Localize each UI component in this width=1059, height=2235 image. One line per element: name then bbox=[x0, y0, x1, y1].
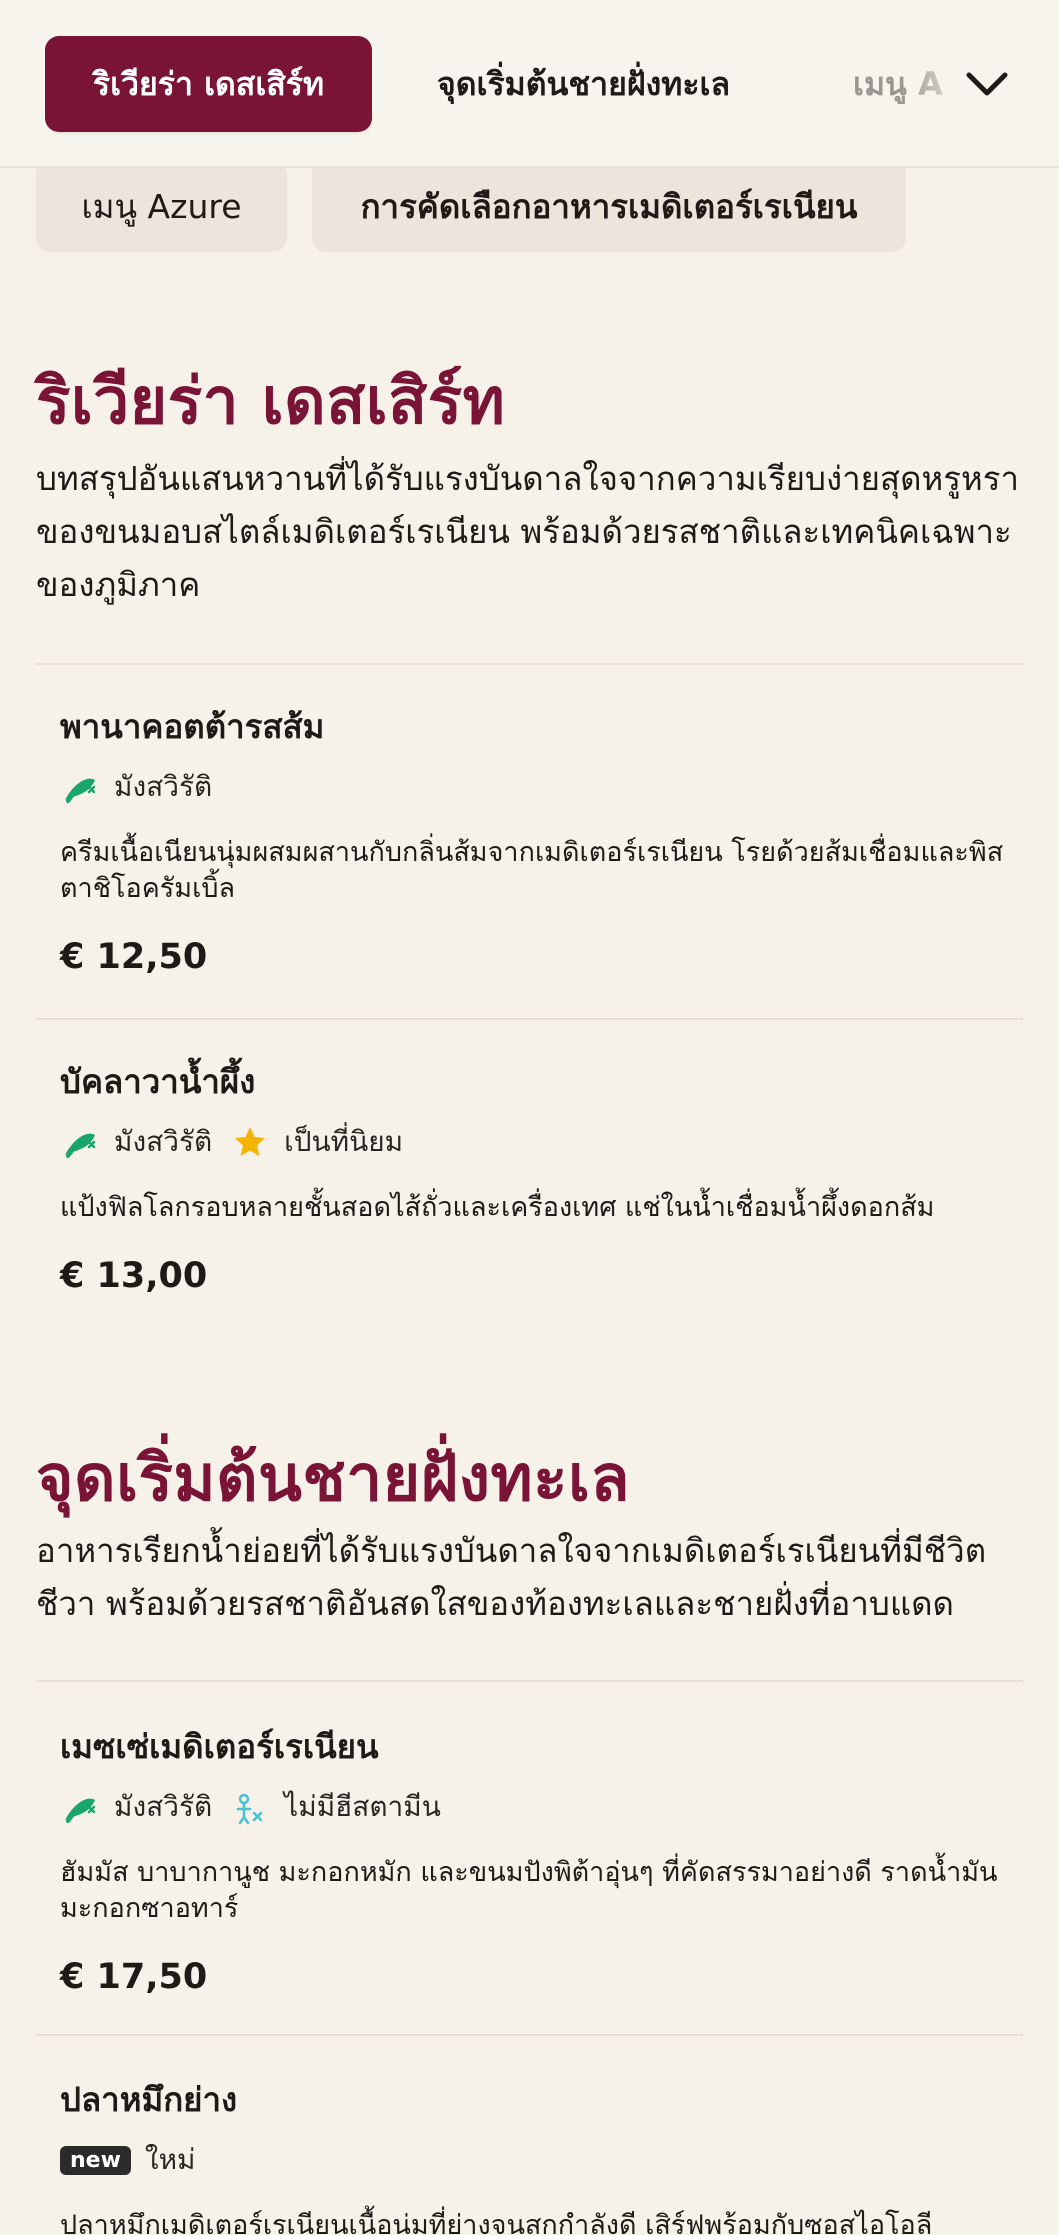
tag-label: เป็นที่นิยม bbox=[284, 1125, 404, 1158]
tab-label: จุดเริ่มต้นชายฝั่งทะเล bbox=[437, 64, 731, 103]
vegetarian-icon bbox=[60, 1787, 100, 1827]
item-price: € 17,50 bbox=[60, 1957, 208, 1997]
item-name: พานาคอตต้ารสส้ม bbox=[60, 707, 325, 746]
vegetarian-icon bbox=[60, 767, 100, 807]
item-price: € 13,00 bbox=[60, 1256, 208, 1296]
item-name: บัคลาวาน้ำผึ้ง bbox=[60, 1062, 256, 1101]
tab-label: ริเวียร่า เดสเสิร์ท bbox=[92, 64, 325, 103]
item-tags: มังสวิรัติ เป็นที่นิยม bbox=[60, 1122, 1020, 1162]
item-tags: มังสวิรัติ bbox=[60, 767, 1020, 807]
star-icon bbox=[230, 1122, 270, 1162]
divider bbox=[36, 663, 1023, 665]
tab-riviera-desserts[interactable]: ริเวียร่า เดสเสิร์ท bbox=[45, 36, 372, 132]
tag-new: new ใหม่ bbox=[60, 2138, 196, 2182]
chevron-down-icon[interactable] bbox=[962, 60, 1012, 110]
no-histamine-icon bbox=[230, 1787, 270, 1827]
item-price: € 12,50 bbox=[60, 937, 208, 977]
section-title: จุดเริ่มต้นชายฝั่งทะเล bbox=[36, 1442, 631, 1516]
menu-item[interactable]: พานาคอตต้ารสส้ม มังสวิรัติ ครีมเนื้อเนีย… bbox=[60, 700, 1020, 977]
tag-label: มังสวิรัติ bbox=[114, 1125, 213, 1158]
menu-page: เมนู Azure การคัดเลือกอาหารเมดิเตอร์เรเน… bbox=[0, 0, 1059, 2235]
tag-no-histamine: ไม่มีฮีสตามีน bbox=[230, 1785, 441, 1829]
item-description: แป้งฟิลโลกรอบหลายชั้นสอดไส้ถั่วและเครื่อ… bbox=[60, 1192, 935, 1223]
divider bbox=[36, 1018, 1023, 1020]
tag-label: ไม่มีฮีสตามีน bbox=[284, 1790, 441, 1823]
item-description: ครีมเนื้อเนียนนุ่มผสมผสานกับกลิ่นส้มจากเ… bbox=[60, 837, 1004, 904]
menu-item[interactable]: เมซเซ่เมดิเตอร์เรเนียน มังสวิรัติ ไม่มีฮ… bbox=[60, 1720, 1020, 1997]
category-pill-label: การคัดเลือกอาหารเมดิเตอร์เรเนียน bbox=[360, 186, 858, 226]
item-description: ฮัมมัส บาบากานูช มะกอกหมัก และขนมปังพิต้… bbox=[60, 1857, 998, 1924]
tag-label: ใหม่ bbox=[144, 2143, 196, 2176]
item-name: เมซเซ่เมดิเตอร์เรเนียน bbox=[60, 1727, 379, 1766]
tag-label: มังสวิรัติ bbox=[114, 770, 213, 803]
item-tags: new ใหม่ bbox=[60, 2140, 1020, 2180]
vegetarian-icon bbox=[60, 1122, 100, 1162]
category-nav: ริเวียร่า เดสเสิร์ท จุดเริ่มต้นชายฝั่งทะ… bbox=[0, 0, 1059, 168]
item-description: ปลาหมึกเมดิเตอร์เรเนียนเนื้อนุ่มที่ย่างจ… bbox=[60, 2210, 933, 2235]
category-pill-mediterranean[interactable]: การคัดเลือกอาหารเมดิเตอร์เรเนียน bbox=[312, 160, 906, 252]
new-badge: new bbox=[60, 2145, 131, 2175]
tag-vegetarian: มังสวิรัติ bbox=[60, 1785, 212, 1829]
section-title: ริเวียร่า เดสเสิร์ท bbox=[36, 365, 506, 439]
tab-coastal-starters[interactable]: จุดเริ่มต้นชายฝั่งทะเล bbox=[437, 36, 730, 132]
menu-item[interactable]: ปลาหมึกย่าง new ใหม่ ปลาหมึกเมดิเตอร์เรเ… bbox=[60, 2073, 1020, 2235]
section-description: บทสรุปอันแสนหวานที่ได้รับแรงบันดาลใจจากค… bbox=[36, 459, 1019, 604]
category-pill-azure[interactable]: เมนู Azure bbox=[36, 160, 287, 252]
item-name: ปลาหมึกย่าง bbox=[60, 2080, 238, 2119]
tag-vegetarian: มังสวิรัติ bbox=[60, 1120, 212, 1164]
category-pill-label: เมนู Azure bbox=[81, 186, 242, 226]
tag-popular: เป็นที่นิยม bbox=[230, 1120, 403, 1164]
divider bbox=[36, 2034, 1023, 2036]
menu-item[interactable]: บัคลาวาน้ำผึ้ง มังสวิรัติ เป็นที่นิยม แป… bbox=[60, 1055, 1020, 1296]
section-description: อาหารเรียกน้ำย่อยที่ได้รับแรงบันดาลใจจาก… bbox=[36, 1531, 987, 1623]
tag-vegetarian: มังสวิรัติ bbox=[60, 765, 212, 809]
tag-label: มังสวิรัติ bbox=[114, 1790, 213, 1823]
divider bbox=[36, 1680, 1023, 1682]
item-tags: มังสวิรัติ ไม่มีฮีสตามีน bbox=[60, 1787, 1020, 1827]
